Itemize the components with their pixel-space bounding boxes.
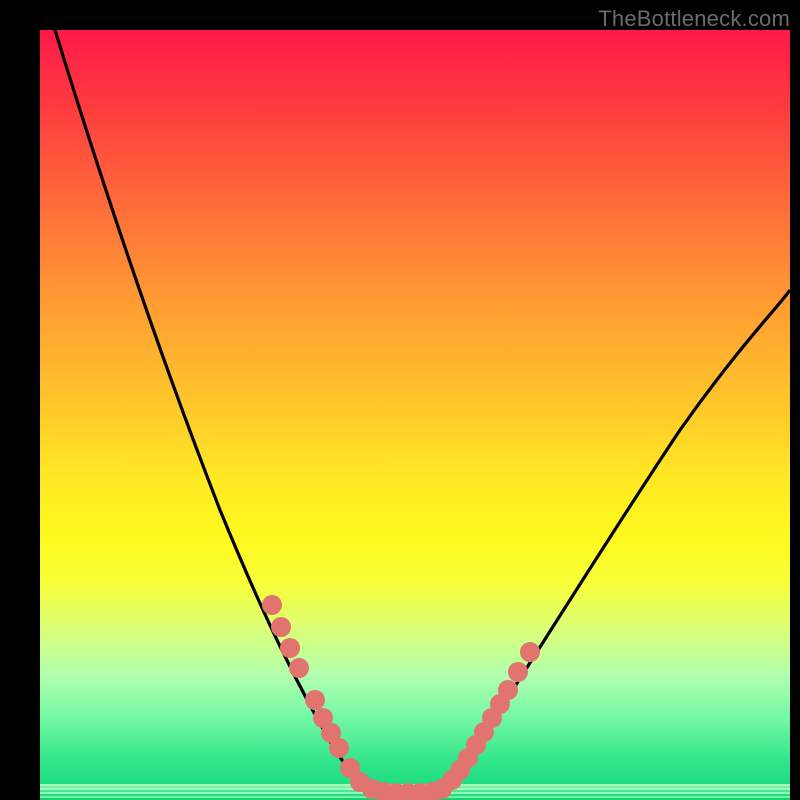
bottleneck-curve bbox=[40, 30, 790, 800]
highlight-dots-right bbox=[442, 642, 540, 790]
valley-band bbox=[362, 779, 452, 800]
watermark-label: TheBottleneck.com bbox=[598, 6, 790, 32]
frame-left-border bbox=[0, 0, 40, 800]
highlight-dots-left bbox=[262, 595, 370, 792]
plot-area bbox=[40, 30, 790, 800]
chart-frame: TheBottleneck.com bbox=[0, 0, 800, 800]
